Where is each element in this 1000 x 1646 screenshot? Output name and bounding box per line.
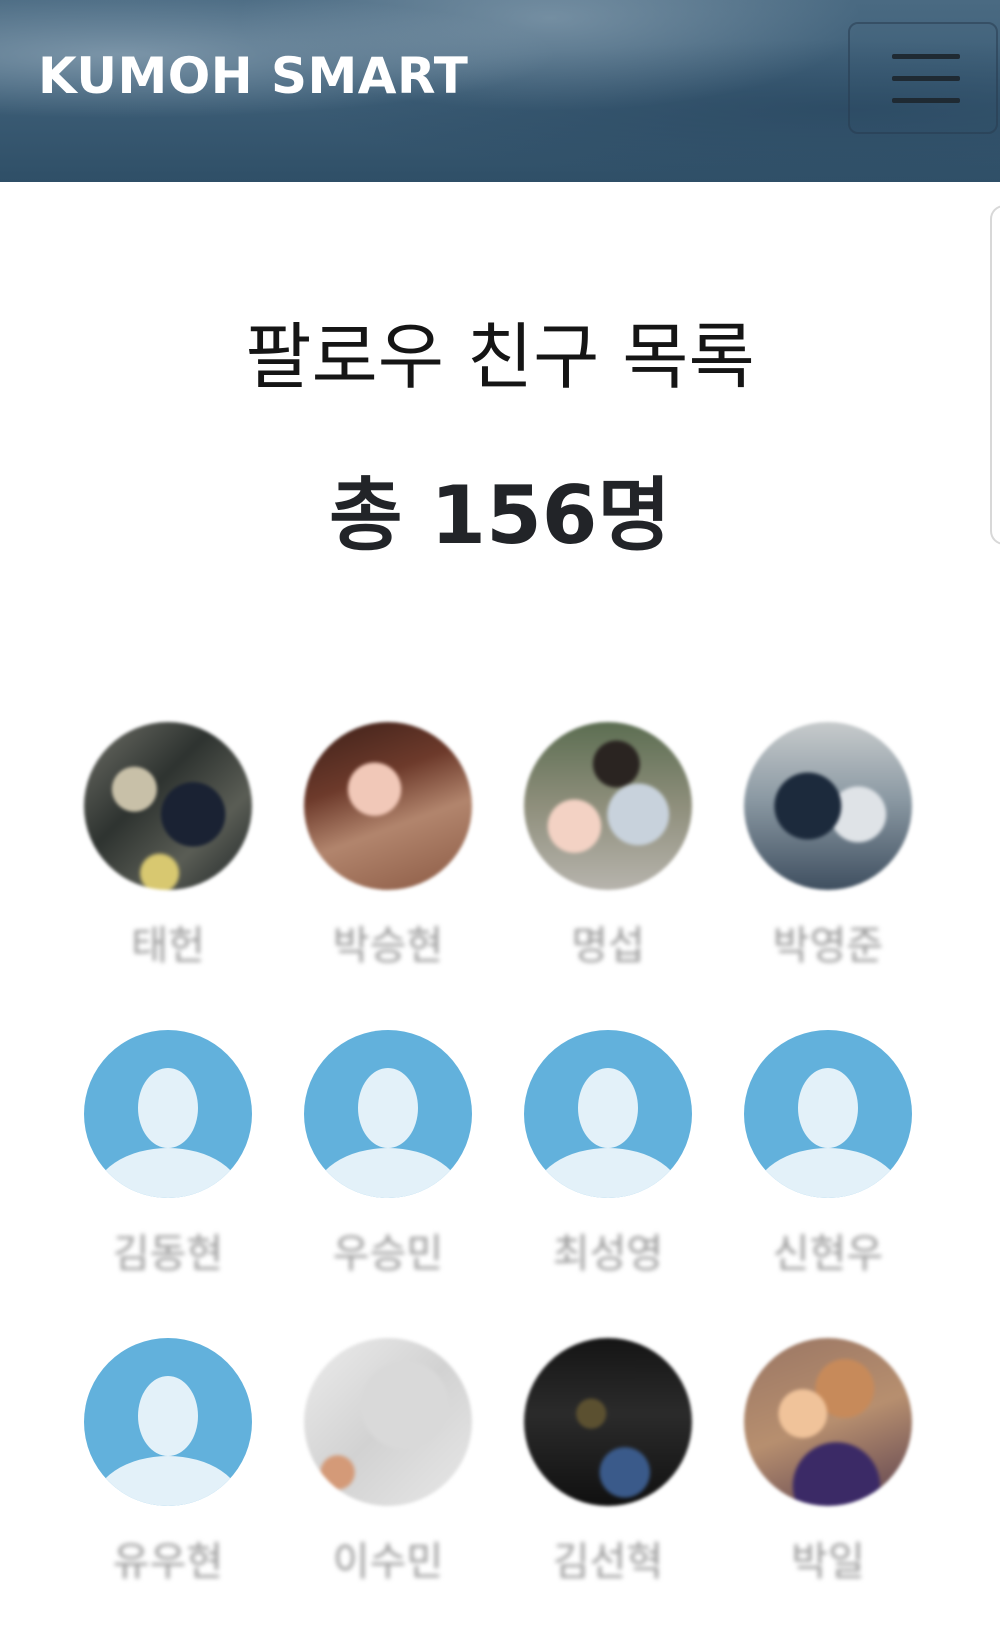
friend-item[interactable]: 김동현 xyxy=(58,1030,278,1338)
friend-name: 박영준 xyxy=(772,923,884,969)
hamburger-menu-button[interactable] xyxy=(848,22,998,134)
friend-item[interactable]: 신현우 xyxy=(718,1030,938,1338)
friend-name: 명섭 xyxy=(571,923,645,969)
friend-name: 태헌 xyxy=(131,923,205,969)
friend-name: 최성영 xyxy=(552,1231,664,1277)
friend-item[interactable]: 김선혁 xyxy=(498,1338,718,1646)
friend-grid: 태헌 박승현 명섭 박영준 김동현 우승민 최성영 신현우 유우현 이수민 김선… xyxy=(58,722,938,1646)
friend-item[interactable]: 명섭 xyxy=(498,722,718,1030)
friend-item[interactable]: 박일 xyxy=(718,1338,938,1646)
brand-logo-text[interactable]: KUMOH SMART xyxy=(38,46,468,106)
page-title: 팔로우 친구 목록 xyxy=(245,315,755,399)
friend-avatar[interactable] xyxy=(84,722,252,890)
default-silhouette-icon[interactable] xyxy=(84,1030,252,1198)
friend-avatar[interactable] xyxy=(524,1338,692,1506)
default-silhouette-icon[interactable] xyxy=(744,1030,912,1198)
friend-avatar[interactable] xyxy=(524,722,692,890)
friend-item[interactable]: 우승민 xyxy=(278,1030,498,1338)
friend-name: 이수민 xyxy=(332,1539,444,1585)
default-silhouette-icon[interactable] xyxy=(84,1338,252,1506)
friend-name: 김선혁 xyxy=(552,1539,664,1585)
friend-name: 우승민 xyxy=(332,1231,444,1277)
friend-name: 박일 xyxy=(791,1539,865,1585)
friend-name: 김동현 xyxy=(112,1231,224,1277)
friend-item[interactable]: 최성영 xyxy=(498,1030,718,1338)
friend-avatar[interactable] xyxy=(304,1338,472,1506)
friend-avatar[interactable] xyxy=(304,722,472,890)
friend-item[interactable]: 유우현 xyxy=(58,1338,278,1646)
friend-item[interactable]: 박승현 xyxy=(278,722,498,1030)
friend-item[interactable]: 이수민 xyxy=(278,1338,498,1646)
friend-name: 유우현 xyxy=(112,1539,224,1585)
friend-avatar[interactable] xyxy=(744,722,912,890)
friend-item[interactable]: 박영준 xyxy=(718,722,938,1030)
default-silhouette-icon[interactable] xyxy=(304,1030,472,1198)
friend-name: 신현우 xyxy=(772,1231,884,1277)
friend-count: 총 156명 xyxy=(328,469,672,562)
friend-item[interactable]: 태헌 xyxy=(58,722,278,1030)
default-silhouette-icon[interactable] xyxy=(524,1030,692,1198)
friend-avatar[interactable] xyxy=(744,1338,912,1506)
friend-name: 박승현 xyxy=(332,923,444,969)
top-navbar: KUMOH SMART xyxy=(0,0,1000,182)
